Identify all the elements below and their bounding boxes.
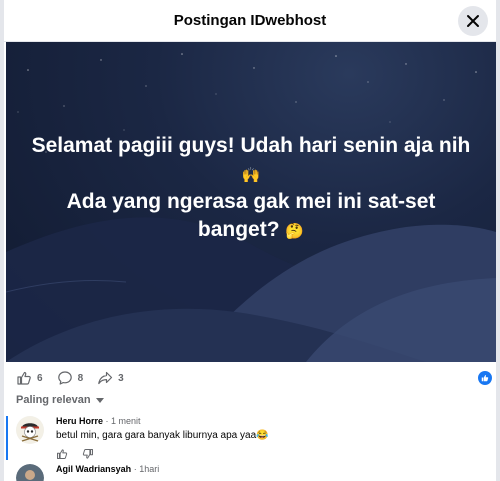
comment-meta: Agil Wadriansyah · 1hari bbox=[56, 464, 160, 474]
post-line-1: Selamat pagiii guys! Udah hari senin aja… bbox=[31, 134, 471, 157]
commenter-name[interactable]: Agil Wadriansyah bbox=[56, 464, 131, 474]
post-line-2: Ada yang ngerasa gak mei ini sat-set bbox=[66, 190, 436, 213]
dialog-header: Postingan IDwebhost bbox=[4, 0, 496, 42]
commenter-name[interactable]: Heru Horre bbox=[56, 416, 103, 426]
post-line-3: banget? bbox=[197, 218, 280, 241]
like-count: 6 bbox=[37, 372, 43, 384]
thinking-emoji: 🤔 bbox=[285, 223, 305, 240]
comment-bubble-icon bbox=[57, 371, 72, 385]
like-button[interactable]: 6 bbox=[16, 370, 43, 386]
post-image[interactable]: Selamat pagiii guys! Udah hari senin aja… bbox=[6, 42, 496, 362]
comment-body: Agil Wadriansyah · 1hari bbox=[56, 464, 159, 474]
user-photo-avatar-icon bbox=[16, 464, 44, 481]
close-icon bbox=[467, 15, 479, 27]
avatar[interactable] bbox=[16, 416, 44, 444]
post-dialog: Postingan IDwebhost Selamat pagiii guys!… bbox=[0, 0, 500, 481]
raising-hands-emoji: 🙌 bbox=[241, 167, 261, 184]
thumbs-down-icon bbox=[82, 449, 93, 459]
thumbs-up-icon bbox=[57, 449, 68, 459]
comment-time[interactable]: 1hari bbox=[139, 464, 159, 474]
sort-dropdown[interactable]: Paling relevan bbox=[16, 394, 104, 406]
comment-count: 8 bbox=[77, 372, 84, 384]
chevron-down-icon bbox=[95, 397, 104, 403]
comment-actions bbox=[56, 447, 269, 465]
post-text: Selamat pagiii guys! Udah hari senin aja… bbox=[6, 132, 496, 244]
comment-meta: Heru Horre · 1 menit bbox=[56, 416, 141, 426]
comment-body: Heru Horre · 1 menit betul min, gara gar… bbox=[56, 416, 269, 465]
comment-time[interactable]: 1 menit bbox=[111, 416, 141, 426]
sort-label: Paling relevan bbox=[16, 394, 91, 406]
dialog-title: Postingan IDwebhost bbox=[173, 12, 327, 29]
avatar[interactable] bbox=[16, 464, 44, 481]
like-badge-icon bbox=[478, 371, 492, 385]
comment-text: betul min, gara gara banyak liburnya apa… bbox=[56, 430, 269, 441]
comment-dislike-button[interactable] bbox=[82, 447, 94, 465]
comment-like-button[interactable] bbox=[56, 447, 68, 465]
share-arrow-icon bbox=[98, 371, 113, 385]
share-button[interactable]: 3 bbox=[97, 370, 124, 386]
thumbs-up-icon bbox=[17, 371, 31, 385]
close-button[interactable] bbox=[458, 6, 488, 36]
comment-button[interactable]: 8 bbox=[57, 370, 84, 386]
pirate-skull-avatar-icon bbox=[16, 416, 44, 444]
share-count: 3 bbox=[118, 372, 124, 384]
post-actions-bar: 6 8 3 bbox=[4, 364, 496, 392]
